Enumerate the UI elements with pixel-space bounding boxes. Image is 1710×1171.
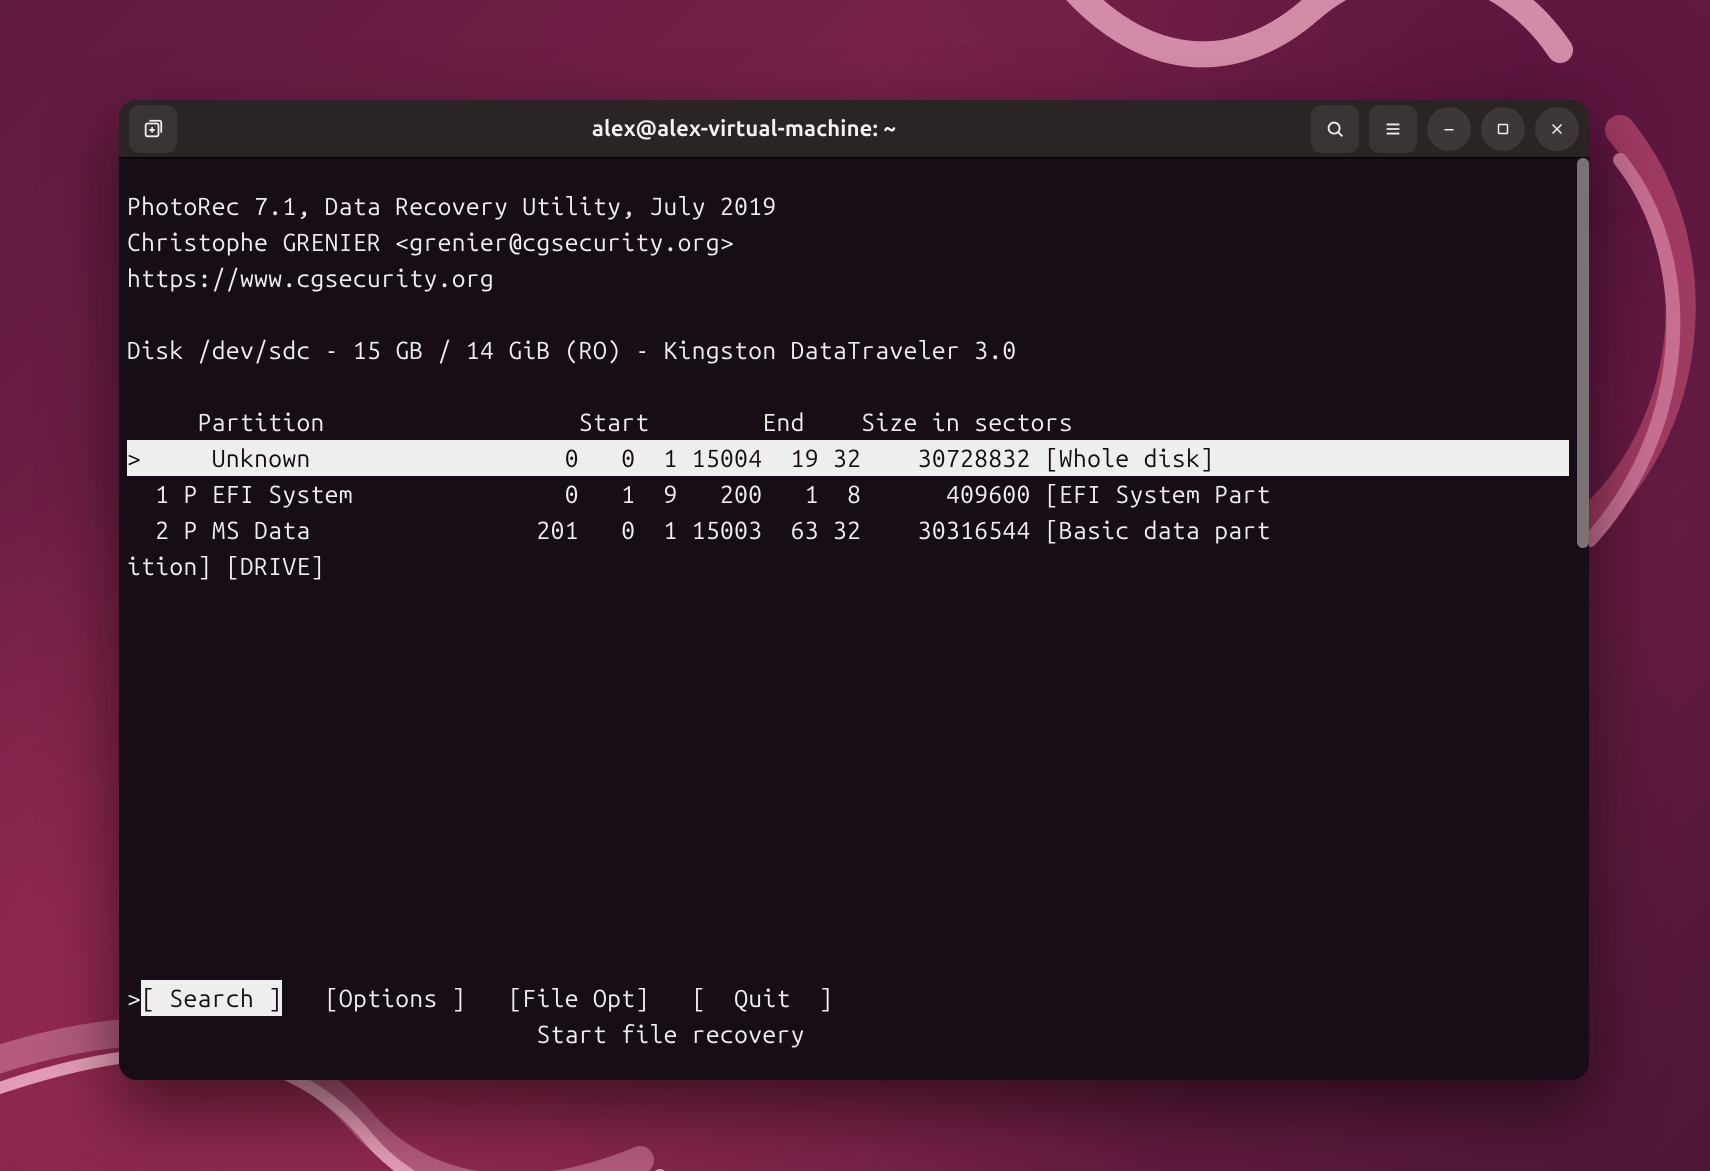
close-button[interactable] [1535, 107, 1579, 151]
minimize-icon [1440, 120, 1458, 138]
desktop-background: alex@alex-virtual-machine: ~ [0, 0, 1710, 1171]
search-icon [1324, 118, 1346, 140]
terminal-output[interactable]: PhotoRec 7.1, Data Recovery Utility, Jul… [119, 158, 1577, 1080]
bottom-menu-row: >[ Search ] [Options ] [File Opt] [ Quit… [127, 980, 1569, 1016]
disk-line: Disk /dev/sdc - 15 GB / 14 GiB (RO) - Ki… [127, 332, 1569, 368]
window-title: alex@alex-virtual-machine: ~ [592, 116, 896, 141]
partition-columns: Partition Start End Size in sectors [127, 404, 1569, 440]
blank-line [127, 368, 1569, 404]
partition-row-whole-disk[interactable]: > Unknown 0 0 1 15004 19 32 30728832 [Wh… [127, 440, 1569, 476]
new-tab-button[interactable] [129, 105, 177, 153]
maximize-button[interactable] [1481, 107, 1525, 151]
close-icon [1548, 120, 1566, 138]
hamburger-icon [1382, 118, 1404, 140]
search-button[interactable] [1311, 105, 1359, 153]
app-header-line-2: Christophe GRENIER <grenier@cgsecurity.o… [127, 224, 1569, 260]
maximize-icon [1494, 120, 1512, 138]
menu-quit[interactable]: [ Quit ] [692, 980, 833, 1016]
terminal-scrollbar[interactable] [1577, 158, 1589, 1080]
partition-row-msdata[interactable]: 2 P MS Data 201 0 1 15003 63 32 30316544… [127, 512, 1569, 548]
menu-file-opt[interactable]: [File Opt] [508, 980, 649, 1016]
window-titlebar[interactable]: alex@alex-virtual-machine: ~ [119, 100, 1589, 158]
menu-caret: > [127, 980, 141, 1016]
menu-options[interactable]: [Options ] [325, 980, 466, 1016]
app-header-line-3: https://www.cgsecurity.org [127, 260, 1569, 296]
blank-line [127, 296, 1569, 332]
minimize-button[interactable] [1427, 107, 1471, 151]
partition-row-efi[interactable]: 1 P EFI System 0 1 9 200 1 8 409600 [EFI… [127, 476, 1569, 512]
menu-hint: Start file recovery [127, 1016, 1569, 1052]
new-tab-icon [142, 118, 164, 140]
terminal-body[interactable]: PhotoRec 7.1, Data Recovery Utility, Jul… [119, 158, 1589, 1080]
partition-row-msdata-cont: ition] [DRIVE] [127, 548, 1569, 584]
menu-search[interactable]: [ Search ] [141, 980, 282, 1016]
menu-button[interactable] [1369, 105, 1417, 153]
scrollbar-thumb[interactable] [1577, 158, 1589, 548]
app-header-line-1: PhotoRec 7.1, Data Recovery Utility, Jul… [127, 188, 1569, 224]
terminal-window: alex@alex-virtual-machine: ~ [119, 100, 1589, 1080]
